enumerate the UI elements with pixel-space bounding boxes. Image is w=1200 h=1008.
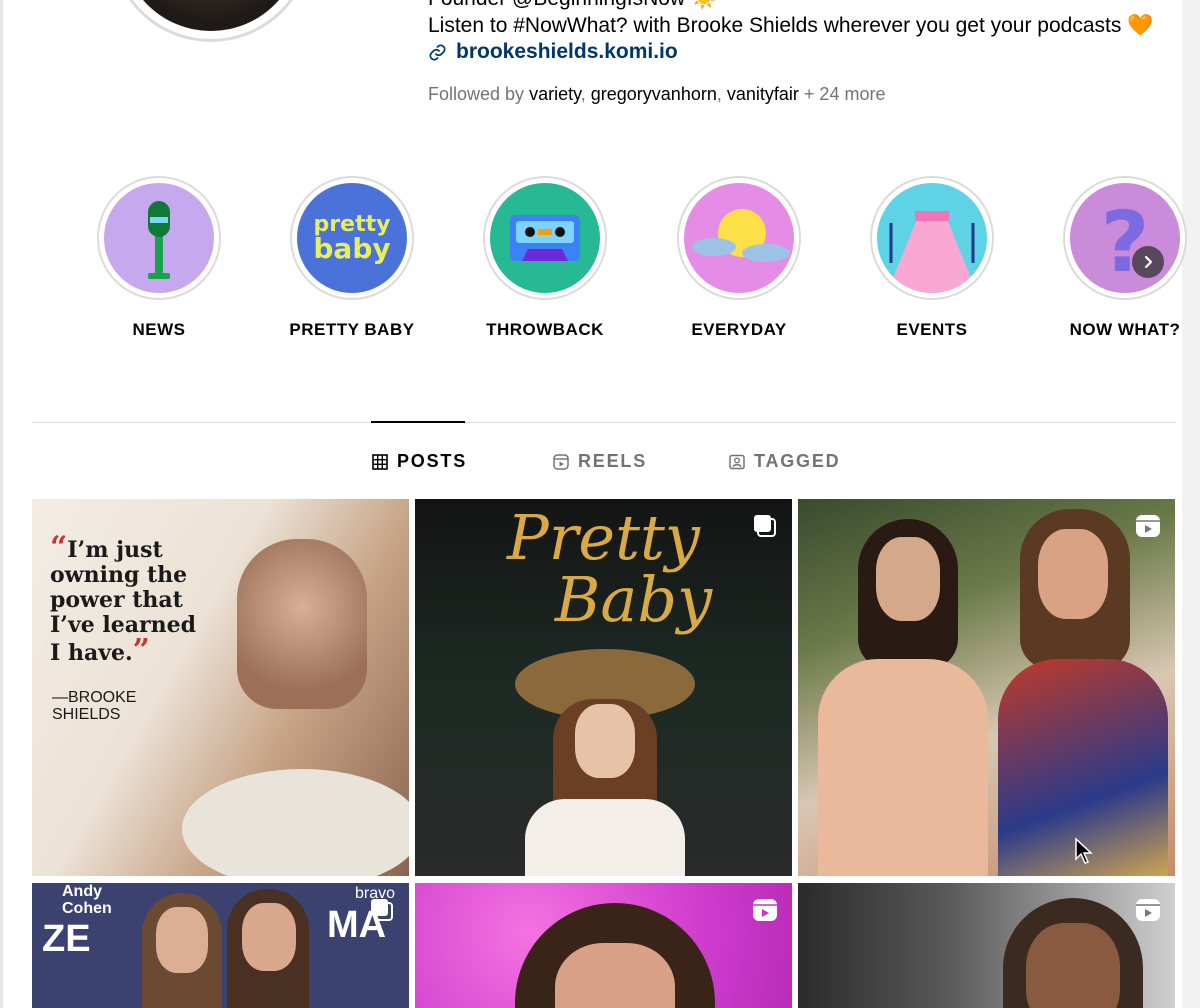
portrait-face: [876, 537, 940, 621]
tab-label: POSTS: [397, 451, 468, 471]
tab-label: REELS: [578, 451, 648, 471]
backdrop-sign-text: ZE: [42, 918, 91, 960]
followed-by-prefix: Followed by: [428, 84, 525, 104]
followed-by[interactable]: Followed by variety, gregoryvanhorn, van…: [428, 84, 885, 105]
post-tile[interactable]: [798, 499, 1175, 876]
highlight-throwback[interactable]: THROWBACK: [483, 176, 607, 339]
highlight-news[interactable]: NEWS: [97, 176, 221, 339]
follower-vanityfair[interactable]: vanityfair: [727, 84, 799, 104]
tabs-divider: [32, 422, 1176, 423]
quote-open-mark: “: [50, 530, 68, 565]
reel-icon: [1136, 899, 1160, 921]
post-quote: “I’m just owning the power that I’ve lea…: [50, 533, 210, 668]
scrollbar-track[interactable]: [1182, 0, 1200, 1008]
highlight-label: EVERYDAY: [691, 320, 787, 339]
quote-text: I’m just owning the power that I’ve lear…: [50, 537, 196, 666]
tab-reels[interactable]: REELS: [553, 451, 647, 472]
grid-icon: [372, 453, 388, 470]
backdrop-sign-text: Andy: [62, 883, 102, 900]
mouse-cursor-icon: [1075, 837, 1093, 864]
tab-posts[interactable]: POSTS: [372, 451, 467, 472]
question-mark-icon: ?: [1070, 183, 1180, 293]
bio-line-founder: Founder @BeginningIsNow ☀️: [428, 0, 717, 12]
tab-tagged[interactable]: TAGGED: [729, 451, 840, 472]
highlight-label: THROWBACK: [486, 320, 604, 339]
reel-icon: [1136, 515, 1160, 537]
quote-attribution: —BROOKE SHIELDS: [52, 689, 136, 723]
post-tile[interactable]: Andy Cohen ZE bravo MA: [32, 883, 409, 1008]
chevron-right-icon: [1144, 255, 1153, 269]
highlight-label: NOW WHAT?: [1069, 320, 1181, 339]
highlight-label: PRETTY BABY: [289, 320, 415, 339]
quote-close-mark: ”: [132, 633, 150, 668]
pretty-baby-text: pretty baby: [297, 183, 407, 293]
reel-icon: [753, 899, 777, 921]
post-tile[interactable]: “I’m just owning the power that I’ve lea…: [32, 499, 409, 876]
pillow-shape: [182, 769, 409, 876]
highlight-now-what[interactable]: ? NOW WHAT?: [1063, 176, 1187, 339]
cassette-icon: [490, 183, 600, 293]
movie-title: Pretty Baby: [415, 507, 792, 631]
highlight-label: NEWS: [132, 320, 186, 339]
profile-avatar[interactable]: [110, 0, 312, 42]
portrait-face: [555, 943, 675, 1008]
movie-title-line: Baby: [554, 563, 713, 636]
portrait-face: [1038, 529, 1108, 619]
link-icon: [429, 44, 446, 60]
highlight-label: EVENTS: [896, 320, 968, 339]
follower-gregoryvanhorn[interactable]: gregoryvanhorn: [591, 84, 717, 104]
portrait-face: [156, 907, 208, 973]
avatar-image: [121, 0, 301, 31]
post-tile[interactable]: [798, 883, 1175, 1008]
post-tile[interactable]: [415, 883, 792, 1008]
portrait-face: [242, 903, 296, 971]
profile-link[interactable]: brookeshields.komi.io: [428, 40, 678, 64]
highlights-next-button[interactable]: [1132, 246, 1164, 278]
backdrop-sign: Andy Cohen ZE: [42, 883, 132, 961]
highlight-everyday[interactable]: EVERYDAY: [677, 176, 801, 339]
follower-variety[interactable]: variety: [529, 84, 581, 104]
highlight-events[interactable]: EVENTS: [870, 176, 994, 339]
window-left-edge: [0, 0, 3, 1008]
portrait-face: [1026, 923, 1120, 1008]
attribution-line: SHIELDS: [52, 706, 121, 723]
post-tile[interactable]: Pretty Baby: [415, 499, 792, 876]
portrait-face: [237, 539, 367, 709]
tab-label: TAGGED: [754, 451, 841, 471]
movie-title-line: Pretty: [507, 501, 700, 574]
red-carpet-icon: [877, 183, 987, 293]
dress-shape: [525, 799, 685, 876]
carousel-icon: [371, 899, 393, 921]
backdrop-sign-text: Cohen: [62, 900, 112, 917]
tagged-icon: [729, 454, 745, 469]
reels-icon: [553, 453, 569, 470]
sun-clouds-icon: [684, 183, 794, 293]
bio-line-podcast: Listen to #NowWhat? with Brooke Shields …: [428, 14, 1154, 37]
microphone-icon: [104, 183, 214, 293]
carousel-icon: [754, 515, 776, 537]
dress-shape: [818, 659, 988, 876]
active-tab-indicator: [371, 421, 465, 423]
highlight-pretty-baby[interactable]: pretty baby PRETTY BABY: [289, 176, 414, 339]
attribution-line: —BROOKE: [52, 689, 137, 706]
highlight-cover-text: baby: [313, 232, 391, 265]
profile-link-text[interactable]: brookeshields.komi.io: [456, 40, 678, 64]
followed-by-more[interactable]: + 24 more: [804, 84, 886, 104]
portrait-face: [575, 704, 635, 778]
